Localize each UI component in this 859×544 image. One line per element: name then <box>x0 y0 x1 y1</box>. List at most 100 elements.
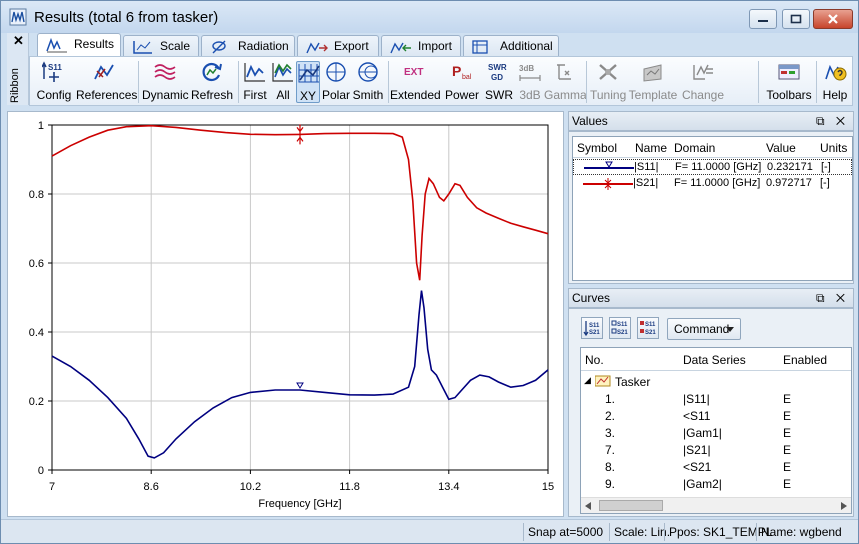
refresh-button[interactable]: Refresh <box>190 61 234 103</box>
plot-area[interactable]: 7 8.6 10.2 11.8 13.4 15 0 0.2 0.4 0.6 0.8 1 Frequenc… <box>7 111 564 517</box>
curve-row[interactable]: 8. <S21 E <box>581 458 851 475</box>
tab-label: Export <box>334 39 369 53</box>
ribbon-close-button[interactable]: ✕ <box>13 33 24 49</box>
toolbars-button[interactable]: Toolbars <box>766 61 812 103</box>
ribbon-label: Ribbon <box>9 68 21 103</box>
help-icon <box>825 64 847 81</box>
x-tick-label: 8.6 <box>144 481 159 493</box>
tuning-button[interactable]: Tuning <box>590 61 626 103</box>
extended-button[interactable]: EXT Extended <box>390 61 441 103</box>
expand-icon[interactable]: ◢ <box>584 375 591 386</box>
curve-row[interactable]: 3. |Gam1| E <box>581 424 851 441</box>
minimize-icon <box>758 20 768 22</box>
value-row-s11[interactable]: |S11| F= 11.0000 [GHz] 0.232171 [-] <box>573 159 852 175</box>
command-dropdown[interactable]: Command <box>667 318 741 340</box>
smith-chart-icon <box>358 62 378 82</box>
x-tick-label: 11.8 <box>339 481 360 493</box>
swr-icon: SWRGD <box>488 63 507 82</box>
tab-label: Results <box>74 37 115 51</box>
values-panel-buttons[interactable]: ⧉ ✕ <box>816 112 849 130</box>
swr-button[interactable]: SWR GD SWR <box>484 61 514 103</box>
y-tick-label: 1 <box>38 120 44 132</box>
minimize-button[interactable] <box>749 9 777 29</box>
curve-row[interactable]: 7. |S21| E <box>581 441 851 458</box>
ribbon-toolbar: S11 Config References Dynamic Refresh Fi… <box>29 56 853 106</box>
tab-label: Scale <box>160 39 191 53</box>
s21-curve[interactable] <box>51 124 549 281</box>
curve-row[interactable]: 1. |S11| E <box>581 390 851 407</box>
tab-label: Additional <box>500 39 553 53</box>
col-header-symbol: Symbol <box>577 141 618 155</box>
maximize-button[interactable] <box>782 9 810 29</box>
select-curves-button[interactable]: S11 S21 <box>609 317 631 339</box>
svg-text:S21: S21 <box>617 330 628 336</box>
horizontal-scrollbar[interactable] <box>581 497 851 513</box>
curve-series: |S11| <box>683 392 710 406</box>
tab-results[interactable]: Results <box>37 33 121 58</box>
gamma-icon <box>557 64 571 80</box>
toolbars-icon <box>778 64 800 80</box>
col-header-no: No. <box>585 353 604 367</box>
s11-marker[interactable] <box>296 382 304 389</box>
curve-no: 9. <box>605 477 616 491</box>
sort-icon: S11S21 <box>583 321 600 337</box>
first-button[interactable]: First <box>240 61 270 103</box>
curve-enabled: E <box>783 392 792 406</box>
tab-additional[interactable]: Additional <box>463 35 559 57</box>
curve-no: 8. <box>605 460 616 474</box>
curve-enabled: E <box>783 409 792 423</box>
power-button[interactable]: Pbal Power <box>442 61 482 103</box>
radiation-icon <box>212 40 226 54</box>
col-header-value: Value <box>766 141 796 155</box>
s11-curve[interactable] <box>51 290 549 459</box>
gamma-button[interactable]: Gamma <box>544 61 587 103</box>
3db-button[interactable]: 3dB 3dB <box>516 61 544 103</box>
svg-text:GD: GD <box>491 73 503 82</box>
curve-row[interactable]: 9. |Gam2| E <box>581 475 851 492</box>
tab-scale[interactable]: Scale <box>123 35 199 57</box>
curve-no: 3. <box>605 426 616 440</box>
help-button[interactable]: Help <box>820 61 850 103</box>
svg-text:SWR: SWR <box>488 63 507 72</box>
all-curves-icon <box>272 63 293 82</box>
scrollbar-thumb[interactable] <box>599 500 663 511</box>
results-chart[interactable]: 7 8.6 10.2 11.8 13.4 15 0 0.2 0.4 0.6 0.8 1 Frequenc… <box>8 112 563 516</box>
tab-radiation[interactable]: Radiation <box>201 35 295 57</box>
change-button[interactable]: Change <box>680 61 726 103</box>
curve-row[interactable]: 2. <S11 E <box>581 407 851 424</box>
curve-series: |Gam1| <box>683 426 722 440</box>
scroll-left-icon <box>585 502 591 510</box>
references-button[interactable]: References <box>76 61 137 103</box>
curve-no: 7. <box>605 443 616 457</box>
status-snap: Snap at=5000 <box>523 523 603 541</box>
values-panel: Symbol Name Domain Value Units |S11| F= … <box>568 131 854 284</box>
extended-icon: EXT <box>404 67 423 78</box>
smith-button[interactable]: Smith <box>352 61 384 103</box>
tree-group-tasker[interactable]: ◢ Tasker <box>581 373 851 390</box>
dynamic-button[interactable]: Dynamic <box>142 61 189 103</box>
value-row-s21[interactable]: |S21| F= 11.0000 [GHz] 0.972717 [-] <box>573 176 852 192</box>
svg-text:bal: bal <box>462 74 472 81</box>
value-units: [-] <box>820 177 830 189</box>
value-name: |S21| <box>633 177 659 189</box>
toggle-curves-button[interactable]: S11 S21 <box>637 317 659 339</box>
polar-button[interactable]: Polar <box>321 61 351 103</box>
svg-text:S21: S21 <box>645 330 656 336</box>
template-button[interactable]: Template <box>628 61 678 103</box>
tab-import[interactable]: Import <box>381 35 461 57</box>
svg-text:S11: S11 <box>645 322 656 328</box>
sort-curves-button[interactable]: S11 S21 <box>581 317 603 339</box>
value-value: 0.972717 <box>766 177 812 189</box>
config-icon: S11 <box>42 61 62 82</box>
results-icon <box>46 37 67 53</box>
curves-panel-buttons[interactable]: ⧉ ✕ <box>816 289 849 307</box>
title-bar[interactable]: Results (total 6 from tasker) <box>1 1 858 33</box>
tab-export[interactable]: Export <box>297 35 379 57</box>
curve-no: 2. <box>605 409 616 423</box>
curve-enabled: E <box>783 443 792 457</box>
xy-button[interactable]: XY <box>296 61 320 103</box>
close-window-button[interactable] <box>813 9 853 29</box>
all-button[interactable]: All <box>270 61 296 103</box>
config-button[interactable]: S11 Config <box>34 61 74 103</box>
tab-label: Import <box>418 39 453 53</box>
